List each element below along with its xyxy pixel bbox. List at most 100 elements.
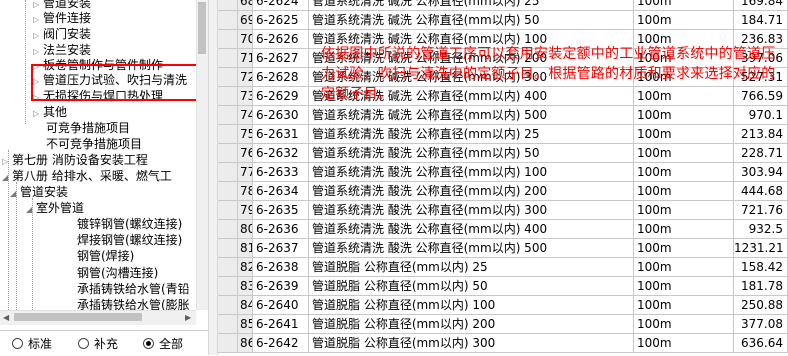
price-cell[interactable]: 970.1 bbox=[734, 106, 788, 124]
row-selector[interactable] bbox=[218, 277, 238, 295]
quota-name-cell[interactable]: 管道系统清洗 碱洗 公称直径(mm以内) 50 bbox=[309, 11, 634, 29]
row-selector[interactable] bbox=[218, 106, 238, 124]
table-row[interactable]: 786-2634管道系统清洗 酸洗 公称直径(mm以内) 200100m444.… bbox=[218, 182, 788, 201]
collapse-arrow-icon[interactable]: ◢ bbox=[26, 202, 36, 218]
row-selector[interactable] bbox=[218, 125, 238, 143]
table-row[interactable]: 846-2640管道脱脂 公称直径(mm以内) 100100m250.88 bbox=[218, 296, 788, 315]
row-selector[interactable] bbox=[218, 201, 238, 219]
quota-tree[interactable]: ▷ 管道安装 ▷ 管件连接 ▷ 阀门安装 ▷ 法兰安装 ▷ 板卷管制作与管件制作 ▷ 管道压… bbox=[0, 0, 208, 328]
row-selector[interactable] bbox=[218, 315, 238, 333]
table-row[interactable]: 736-2629管道系统清洗 碱洗 公称直径(mm以内) 400100m766.… bbox=[218, 87, 788, 106]
unit-cell[interactable]: 100m bbox=[634, 182, 734, 200]
quota-name-cell[interactable]: 管道脱脂 公称直径(mm以内) 50 bbox=[309, 277, 634, 295]
quota-code-cell[interactable]: 6-2639 bbox=[253, 277, 309, 295]
quota-name-cell[interactable]: 管道脱脂 公称直径(mm以内) 100 bbox=[309, 296, 634, 314]
quota-code-cell[interactable]: 6-2642 bbox=[253, 334, 309, 352]
unit-cell[interactable]: 100m bbox=[634, 296, 734, 314]
price-cell[interactable]: 236.83 bbox=[734, 30, 788, 48]
price-cell[interactable]: 721.76 bbox=[734, 201, 788, 219]
unit-cell[interactable]: 100m bbox=[634, 258, 734, 276]
price-cell[interactable]: 397.06 bbox=[734, 49, 788, 67]
row-selector[interactable] bbox=[218, 258, 238, 276]
price-cell[interactable]: 377.08 bbox=[734, 315, 788, 333]
table-row[interactable]: 756-2631管道系统清洗 酸洗 公称直径(mm以内) 25100m213.8… bbox=[218, 125, 788, 144]
quota-name-cell[interactable]: 管道脱脂 公称直径(mm以内) 300 bbox=[309, 334, 634, 352]
row-selector[interactable] bbox=[218, 0, 238, 10]
unit-cell[interactable]: 100m bbox=[634, 334, 734, 352]
quota-name-cell[interactable]: 管道脱脂 公称直径(mm以内) 200 bbox=[309, 315, 634, 333]
quota-code-cell[interactable]: 6-2638 bbox=[253, 258, 309, 276]
quota-code-cell[interactable]: 6-2630 bbox=[253, 106, 309, 124]
quota-code-cell[interactable]: 6-2625 bbox=[253, 11, 309, 29]
tree-item[interactable]: 焊接钢管(螺纹连接) bbox=[77, 232, 182, 248]
unit-cell[interactable]: 100m bbox=[634, 201, 734, 219]
unit-cell[interactable]: 100m bbox=[634, 30, 734, 48]
price-cell[interactable]: 181.78 bbox=[734, 277, 788, 295]
radio-button[interactable] bbox=[12, 338, 23, 349]
tree-item[interactable]: ▷ 法兰安装 bbox=[33, 42, 91, 58]
price-cell[interactable]: 228.71 bbox=[734, 144, 788, 162]
quota-name-cell[interactable]: 管道系统清洗 碱洗 公称直径(mm以内) 200 bbox=[309, 49, 634, 67]
price-cell[interactable]: 158.42 bbox=[734, 258, 788, 276]
unit-cell[interactable]: 100m bbox=[634, 239, 734, 257]
row-selector[interactable] bbox=[218, 68, 238, 86]
table-row[interactable]: 796-2635管道系统清洗 酸洗 公称直径(mm以内) 300100m721.… bbox=[218, 201, 788, 220]
table-row[interactable]: 826-2638管道脱脂 公称直径(mm以内) 25100m158.42 bbox=[218, 258, 788, 277]
table-row[interactable]: 816-2637管道系统清洗 酸洗 公称直径(mm以内) 500100m1231… bbox=[218, 239, 788, 258]
table-row[interactable]: 866-2642管道脱脂 公称直径(mm以内) 300100m636.64 bbox=[218, 334, 788, 353]
row-selector[interactable] bbox=[218, 49, 238, 67]
tree-item[interactable]: 镀锌钢管(螺纹连接) bbox=[77, 216, 182, 232]
row-selector[interactable] bbox=[218, 296, 238, 314]
quota-code-cell[interactable]: 6-2631 bbox=[253, 125, 309, 143]
radio-standard[interactable]: 标准 bbox=[12, 337, 52, 351]
unit-cell[interactable]: 100m bbox=[634, 163, 734, 181]
row-selector[interactable] bbox=[218, 87, 238, 105]
unit-cell[interactable]: 100m bbox=[634, 87, 734, 105]
table-row[interactable]: 746-2630管道系统清洗 碱洗 公称直径(mm以内) 500100m970.… bbox=[218, 106, 788, 125]
quota-name-cell[interactable]: 管道系统清洗 酸洗 公称直径(mm以内) 50 bbox=[309, 144, 634, 162]
scroll-right-arrow-icon[interactable]: ▶ bbox=[185, 312, 191, 324]
radio-button[interactable] bbox=[78, 338, 89, 349]
collapse-arrow-icon[interactable]: ◢ bbox=[10, 186, 20, 202]
row-selector[interactable] bbox=[218, 163, 238, 181]
price-cell[interactable]: 444.68 bbox=[734, 182, 788, 200]
quota-name-cell[interactable]: 管道系统清洗 碱洗 公称直径(mm以内) 300 bbox=[309, 68, 634, 86]
panel-splitter[interactable] bbox=[208, 0, 218, 355]
tree-item[interactable]: ◢ 第八册 给排水、采暖、燃气工 bbox=[2, 168, 172, 184]
table-row[interactable]: 726-2628管道系统清洗 碱洗 公称直径(mm以内) 300100m527.… bbox=[218, 68, 788, 87]
table-row[interactable]: 716-2627管道系统清洗 碱洗 公称直径(mm以内) 200100m397.… bbox=[218, 49, 788, 68]
unit-cell[interactable]: 100m bbox=[634, 125, 734, 143]
price-cell[interactable]: 169.84 bbox=[734, 0, 788, 10]
tree-item[interactable]: ◢ 室外管道 bbox=[26, 200, 84, 216]
table-row[interactable]: 806-2636管道系统清洗 酸洗 公称直径(mm以内) 400100m932.… bbox=[218, 220, 788, 239]
quota-name-cell[interactable]: 管道系统清洗 碱洗 公称直径(mm以内) 100 bbox=[309, 30, 634, 48]
quota-code-cell[interactable]: 6-2626 bbox=[253, 30, 309, 48]
unit-cell[interactable]: 100m bbox=[634, 315, 734, 333]
price-cell[interactable]: 303.94 bbox=[734, 163, 788, 181]
tree-item[interactable]: 不可竞争措施项目 bbox=[36, 136, 142, 152]
table-row[interactable]: 686-2624管道系统清洗 碱洗 公称直径(mm以内) 25100m169.8… bbox=[218, 0, 788, 11]
quota-code-cell[interactable]: 6-2640 bbox=[253, 296, 309, 314]
unit-cell[interactable]: 100m bbox=[634, 277, 734, 295]
tree-item[interactable]: ▷ 其他 bbox=[33, 104, 67, 120]
quota-code-cell[interactable]: 6-2634 bbox=[253, 182, 309, 200]
quota-code-cell[interactable]: 6-2627 bbox=[253, 49, 309, 67]
tree-vertical-scroll-thumb[interactable] bbox=[198, 2, 206, 54]
quota-code-cell[interactable]: 6-2628 bbox=[253, 68, 309, 86]
tree-item[interactable]: 承插铸铁给水管(青铅 bbox=[77, 281, 190, 297]
tree-item[interactable]: ◢ 管道安装 bbox=[10, 184, 68, 200]
price-cell[interactable]: 766.59 bbox=[734, 87, 788, 105]
quota-name-cell[interactable]: 管道系统清洗 酸洗 公称直径(mm以内) 500 bbox=[309, 239, 634, 257]
quota-code-cell[interactable]: 6-2633 bbox=[253, 163, 309, 181]
quota-name-cell[interactable]: 管道系统清洗 酸洗 公称直径(mm以内) 25 bbox=[309, 125, 634, 143]
unit-cell[interactable]: 100m bbox=[634, 0, 734, 10]
table-row[interactable]: 706-2626管道系统清洗 碱洗 公称直径(mm以内) 100100m236.… bbox=[218, 30, 788, 49]
quota-code-cell[interactable]: 6-2637 bbox=[253, 239, 309, 257]
quota-name-cell[interactable]: 管道脱脂 公称直径(mm以内) 25 bbox=[309, 258, 634, 276]
price-cell[interactable]: 527.31 bbox=[734, 68, 788, 86]
row-selector[interactable] bbox=[218, 239, 238, 257]
table-row[interactable]: 776-2633管道系统清洗 酸洗 公称直径(mm以内) 100100m303.… bbox=[218, 163, 788, 182]
table-row[interactable]: 696-2625管道系统清洗 碱洗 公称直径(mm以内) 50100m184.7… bbox=[218, 11, 788, 30]
row-selector[interactable] bbox=[218, 334, 238, 352]
quota-code-cell[interactable]: 6-2635 bbox=[253, 201, 309, 219]
